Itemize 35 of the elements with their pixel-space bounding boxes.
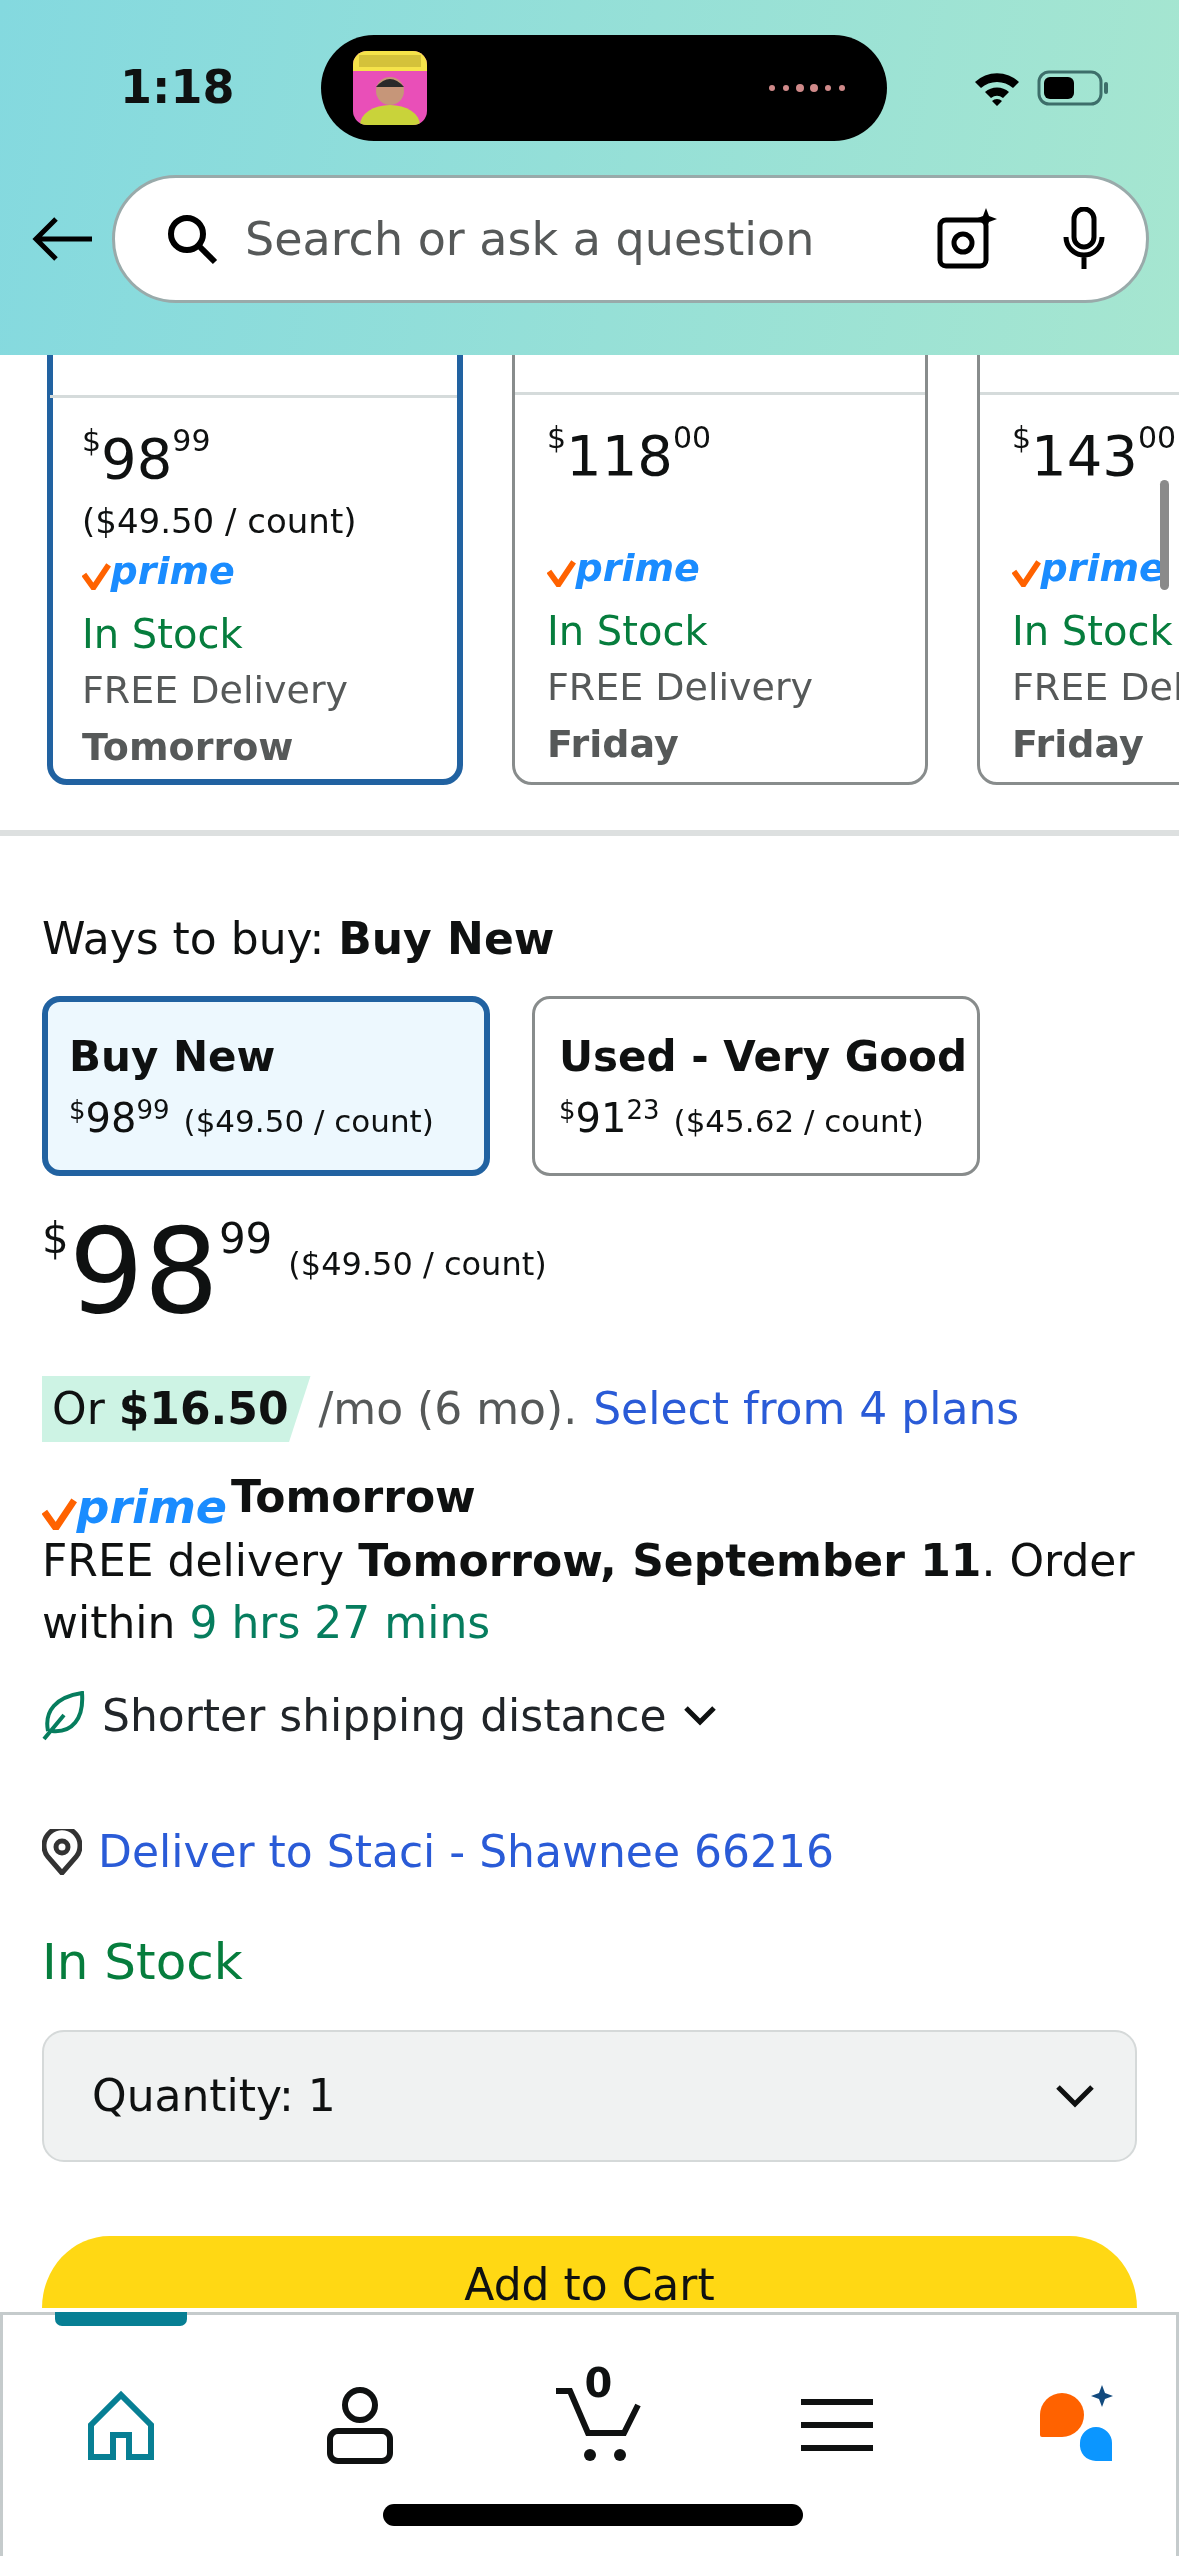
price: $^{$}$118$^{00}$ xyxy=(547,425,713,487)
unit-price: ($49.50 / count) xyxy=(288,1244,547,1285)
search-bar[interactable]: Search or ask a question xyxy=(112,175,1149,303)
add-to-cart-button[interactable]: Add to Cart xyxy=(42,2236,1137,2309)
buy-option[interactable]: Buy New $^{$}$98$^{99}$ ($49.50 / count) xyxy=(42,996,490,1176)
prime-logo: prime xyxy=(547,548,700,587)
unit-price: ($49.50 / count) xyxy=(82,499,358,543)
stock-status: In Stock xyxy=(1012,606,1174,656)
variant-card[interactable]: $^{$}$98$^{99}$ ($49.50 / count) prime In Stock FREE Delivery Tomorrow xyxy=(47,355,463,785)
stock-status: In Stock xyxy=(547,606,709,656)
delivery-location-link[interactable]: Deliver to Staci - Shawnee 66216 xyxy=(98,1819,834,1886)
price: $^{$}$98$^{99}$ xyxy=(82,428,212,490)
delivery-speed: Tomorrow xyxy=(231,1470,476,1524)
variant-card[interactable]: $^{$}$118$^{00}$ prime In Stock FREE Delivery Friday xyxy=(512,355,928,785)
delivery-day: Friday xyxy=(1012,715,1179,773)
price: $^{$}$143$^{00}$ xyxy=(1012,425,1178,487)
stock-status: In Stock xyxy=(42,1932,244,1994)
plans-link[interactable]: Select from 4 plans xyxy=(593,1376,1020,1442)
clock-time: 1:18 xyxy=(120,59,235,116)
delivery-message: FREE delivery Tomorrow, September 11. Order within 9 hrs 27 mins xyxy=(42,1534,1136,1650)
delivery-label: FREE Delivery xyxy=(547,663,815,711)
installment-terms: /mo (6 mo). xyxy=(318,1382,578,1436)
shipping-distance-toggle[interactable]: Shorter shipping distance xyxy=(42,1683,717,1750)
delivery-day: Friday xyxy=(547,715,925,773)
price: $^{$}$98$^{99}$ xyxy=(42,1212,273,1330)
prime-logo: prime xyxy=(82,551,235,590)
delivery-label: FREE Delivery xyxy=(82,666,350,714)
installment-offer: Or $16.50 xyxy=(42,1376,311,1442)
ways-to-buy-text: Ways to buy: Buy New xyxy=(42,912,556,966)
cart-count: 0 xyxy=(584,2363,613,2403)
search-field[interactable]: Search or ask a question xyxy=(243,203,912,275)
buy-option[interactable]: Used - Very Good $^{$}$91$^{23}$ ($45.62 / count) xyxy=(532,996,980,1176)
stock-status: In Stock xyxy=(82,609,244,659)
delivery-day: Tomorrow xyxy=(82,718,457,776)
quantity-select[interactable]: Quantity: 1 xyxy=(42,2030,1137,2163)
